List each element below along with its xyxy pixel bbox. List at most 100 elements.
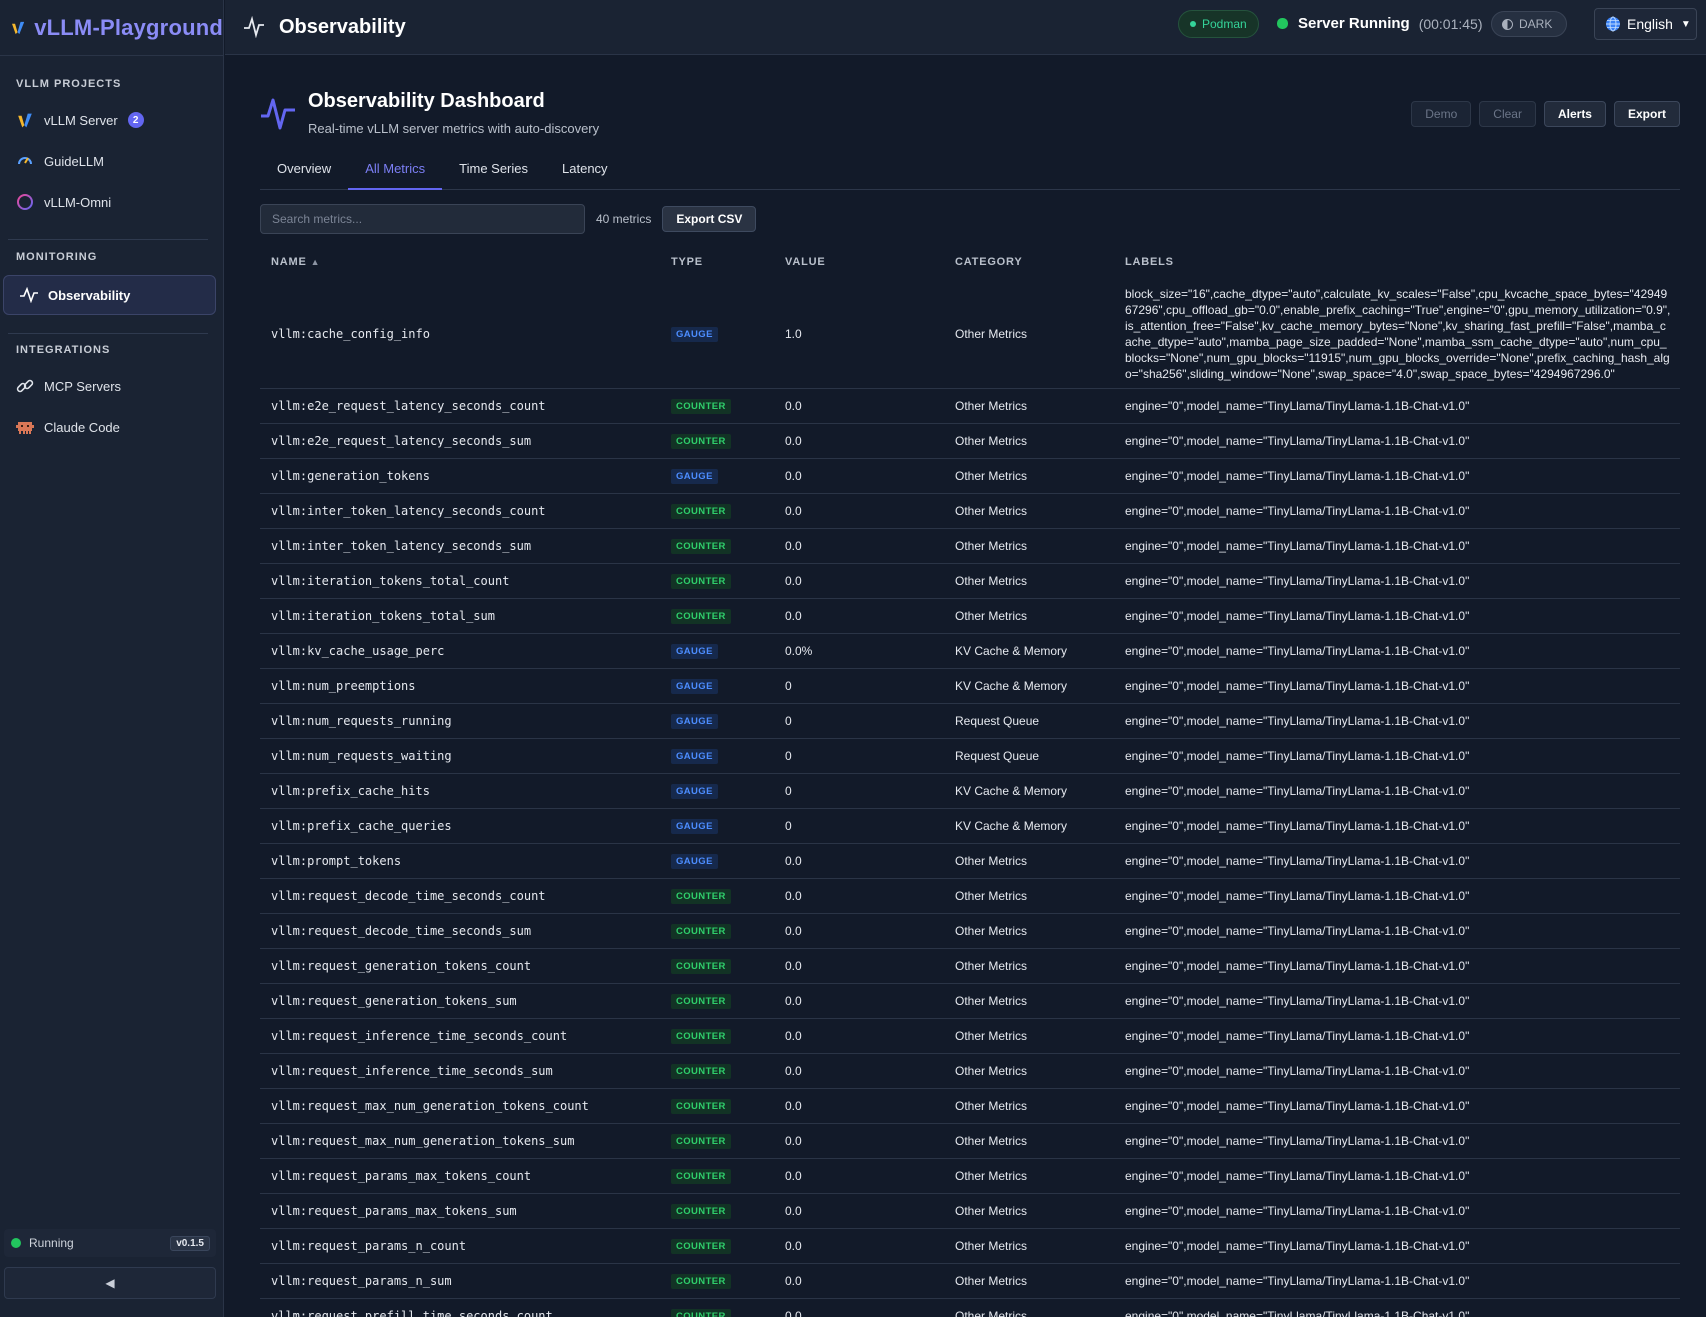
metrics-toolbar: 40 metrics Export CSV xyxy=(260,204,757,234)
metric-name: vllm:inter_token_latency_seconds_count xyxy=(260,493,660,529)
table-row[interactable]: vllm:prompt_tokens GAUGE 0.0 Other Metrics e… xyxy=(260,843,1680,879)
column-header-value[interactable]: VALUE xyxy=(774,244,944,280)
metric-name: vllm:request_prefill_time_seconds_count xyxy=(260,1298,660,1317)
table-row[interactable]: vllm:prefix_cache_queries GAUGE 0 KV Cache … xyxy=(260,808,1680,844)
table-row[interactable]: vllm:request_params_max_tokens_sum COUNTE… xyxy=(260,1193,1680,1229)
export-csv-button[interactable]: Export CSV xyxy=(662,206,757,232)
column-header-labels[interactable]: LABELS xyxy=(1114,244,1680,280)
sidebar-item-label: MCP Servers xyxy=(44,378,122,394)
table-row[interactable]: vllm:kv_cache_usage_perc GAUGE 0.0% KV Cach… xyxy=(260,633,1680,669)
collapse-sidebar-button[interactable]: ◀ xyxy=(4,1267,216,1299)
table-row[interactable]: vllm:request_max_num_generation_tokens_c… xyxy=(260,1088,1680,1124)
table-row[interactable]: vllm:request_decode_time_seconds_sum COUN… xyxy=(260,913,1680,949)
table-row[interactable]: vllm:request_inference_time_seconds_coun… xyxy=(260,1018,1680,1054)
metric-type-badge: COUNTER xyxy=(671,608,731,624)
table-row[interactable]: vllm:request_generation_tokens_sum COUNTE… xyxy=(260,983,1680,1019)
metrics-table: NAME ▲ TYPE VALUE CATEGORY LABELS vllm:ca… xyxy=(260,244,1680,1317)
metric-type-badge: COUNTER xyxy=(671,958,731,974)
metric-category: Other Metrics xyxy=(944,493,1114,529)
main-content: Observability Dashboard Real-time vLLM s… xyxy=(225,56,1706,1317)
table-row[interactable]: vllm:num_requests_running GAUGE 0 Request Q… xyxy=(260,703,1680,739)
chevron-down-icon: ▼ xyxy=(1680,18,1691,30)
table-row[interactable]: vllm:request_params_max_tokens_count COUN… xyxy=(260,1158,1680,1194)
sidebar: vLLM-Playground vLLM PROJECTS vLLM Serve… xyxy=(0,0,224,1317)
notification-badge: 2 xyxy=(127,112,144,128)
metric-name: vllm:prompt_tokens xyxy=(260,843,660,879)
section-integrations-heading: INTEGRATIONS xyxy=(16,344,111,356)
status-dot-icon xyxy=(1190,21,1196,27)
table-row[interactable]: vllm:generation_tokens GAUGE 0.0 Other Metr… xyxy=(260,458,1680,494)
search-input[interactable] xyxy=(260,204,585,234)
clear-button[interactable]: Clear xyxy=(1479,101,1536,127)
pulse-icon xyxy=(20,286,38,304)
metric-type-badge: COUNTER xyxy=(671,993,731,1009)
metric-value: 0.0 xyxy=(774,388,944,424)
table-row[interactable]: vllm:num_preemptions GAUGE 0 KV Cache & Mem… xyxy=(260,668,1680,704)
table-row[interactable]: vllm:request_params_n_count COUNTER 0.0 Oth… xyxy=(260,1228,1680,1264)
metric-labels: engine="0",model_name="TinyLlama/TinyLla… xyxy=(1114,563,1680,599)
metric-type-badge: GAUGE xyxy=(671,818,718,834)
metric-labels: engine="0",model_name="TinyLlama/TinyLla… xyxy=(1114,773,1680,809)
language-select[interactable]: English ▼ xyxy=(1594,8,1697,40)
metric-category: Other Metrics xyxy=(944,1193,1114,1229)
tab-latency[interactable]: Latency xyxy=(545,154,625,190)
table-row[interactable]: vllm:iteration_tokens_total_count COUNTER… xyxy=(260,563,1680,599)
column-header-name[interactable]: NAME ▲ xyxy=(260,244,660,280)
metric-category: Request Queue xyxy=(944,738,1114,774)
demo-button[interactable]: Demo xyxy=(1411,101,1472,127)
table-row[interactable]: vllm:request_prefill_time_seconds_count C… xyxy=(260,1298,1680,1317)
metric-category: Other Metrics xyxy=(944,423,1114,459)
table-row[interactable]: vllm:e2e_request_latency_seconds_count CO… xyxy=(260,388,1680,424)
sidebar-footer: Running v0.1.5 ◀ xyxy=(4,1229,216,1299)
metric-type-cell: COUNTER xyxy=(660,913,774,949)
table-row[interactable]: vllm:request_inference_time_seconds_sum C… xyxy=(260,1053,1680,1089)
sidebar-item-vllm-omni[interactable]: vLLM-Omni xyxy=(0,182,224,222)
table-row[interactable]: vllm:num_requests_waiting GAUGE 0 Request Q… xyxy=(260,738,1680,774)
table-row[interactable]: vllm:request_params_n_sum COUNTER 0.0 Other… xyxy=(260,1263,1680,1299)
table-row[interactable]: vllm:iteration_tokens_total_sum COUNTER 0.… xyxy=(260,598,1680,634)
metric-type-cell: COUNTER xyxy=(660,1088,774,1124)
metric-value: 0.0 xyxy=(774,563,944,599)
theme-toggle[interactable]: DARK xyxy=(1491,11,1568,37)
brand[interactable]: vLLM-Playground xyxy=(0,0,223,56)
metric-type-badge: COUNTER xyxy=(671,538,731,554)
sidebar-item-vllm-server[interactable]: vLLM Server 2 xyxy=(0,100,224,140)
language-label: English xyxy=(1627,16,1673,32)
sidebar-item-mcp-servers[interactable]: MCP Servers xyxy=(0,366,224,406)
sidebar-item-guidellm[interactable]: GuideLLM xyxy=(0,141,224,181)
column-header-category[interactable]: CATEGORY xyxy=(944,244,1114,280)
metric-type-cell: GAUGE xyxy=(660,458,774,494)
metric-value: 0.0 xyxy=(774,1088,944,1124)
column-header-type[interactable]: TYPE xyxy=(660,244,774,280)
metric-value: 0.0 xyxy=(774,598,944,634)
table-row[interactable]: vllm:inter_token_latency_seconds_count CO… xyxy=(260,493,1680,529)
metric-type-cell: COUNTER xyxy=(660,598,774,634)
section-monitoring-heading: MONITORING xyxy=(16,251,98,263)
table-row[interactable]: vllm:e2e_request_latency_seconds_sum COUN… xyxy=(260,423,1680,459)
table-row[interactable]: vllm:request_max_num_generation_tokens_s… xyxy=(260,1123,1680,1159)
metric-type-cell: COUNTER xyxy=(660,983,774,1019)
table-row[interactable]: vllm:request_generation_tokens_count COUN… xyxy=(260,948,1680,984)
table-row[interactable]: vllm:inter_token_latency_seconds_sum COUN… xyxy=(260,528,1680,564)
metric-labels: engine="0",model_name="TinyLlama/TinyLla… xyxy=(1114,948,1680,984)
container-runtime-badge: Podman xyxy=(1178,10,1259,38)
metric-type-cell: COUNTER xyxy=(660,1263,774,1299)
sidebar-item-observability[interactable]: Observability xyxy=(3,275,216,315)
alerts-button[interactable]: Alerts xyxy=(1543,101,1606,127)
export-button[interactable]: Export xyxy=(1613,101,1680,127)
table-row[interactable]: vllm:prefix_cache_hits GAUGE 0 KV Cache & M… xyxy=(260,773,1680,809)
metric-type-badge: GAUGE xyxy=(671,326,718,342)
tab-all-metrics[interactable]: All Metrics xyxy=(348,154,443,190)
metric-name: vllm:request_generation_tokens_count xyxy=(260,948,660,984)
metric-category: Other Metrics xyxy=(944,1123,1114,1159)
metric-category: Other Metrics xyxy=(944,1053,1114,1089)
tab-time-series[interactable]: Time Series xyxy=(442,154,545,190)
metric-name: vllm:request_decode_time_seconds_count xyxy=(260,878,660,914)
table-row[interactable]: vllm:cache_config_info GAUGE 1.0 Other Metr… xyxy=(260,280,1680,389)
table-row[interactable]: vllm:request_decode_time_seconds_count CO… xyxy=(260,878,1680,914)
metric-category: Other Metrics xyxy=(944,1158,1114,1194)
tab-overview[interactable]: Overview xyxy=(260,154,348,190)
status-dot-icon xyxy=(1277,18,1288,29)
metric-type-cell: COUNTER xyxy=(660,493,774,529)
sidebar-item-claude-code[interactable]: Claude Code xyxy=(0,407,224,447)
